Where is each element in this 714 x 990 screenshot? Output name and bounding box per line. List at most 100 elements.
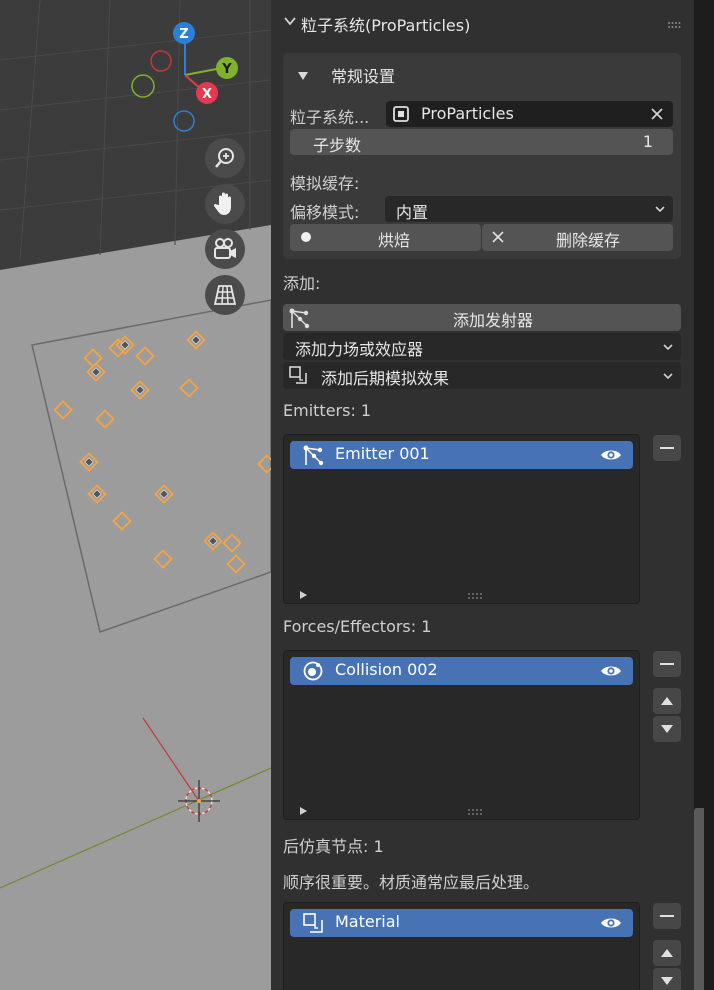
- chevron-down-icon: [663, 372, 673, 379]
- x-icon: [491, 230, 505, 244]
- particle-core: [91, 367, 101, 377]
- bake-button[interactable]: 烘焙: [290, 224, 481, 251]
- gizmo-y-label: Y: [221, 62, 232, 77]
- particle-marker: [222, 533, 242, 553]
- post-effect-icon: [288, 365, 308, 385]
- delete-cache-button[interactable]: 删除缓存: [482, 224, 673, 251]
- substeps-value: 1: [642, 132, 653, 151]
- add-post-effect-dropdown[interactable]: 添加后期模拟效果: [283, 362, 681, 389]
- triangle-down-icon: [661, 725, 673, 733]
- particle-core: [208, 536, 218, 546]
- panel-scrollbar[interactable]: [694, 0, 714, 990]
- remove-post-node-button[interactable]: [653, 903, 681, 929]
- 3d-viewport[interactable]: Z Y X: [0, 0, 271, 990]
- particle-system-field[interactable]: ProParticles: [386, 101, 673, 127]
- panel-title[interactable]: 粒子系统(ProParticles): [301, 12, 470, 36]
- particle-marker: [226, 554, 246, 574]
- forces-list[interactable]: Collision 002: [283, 650, 640, 820]
- list-item-material[interactable]: Material: [290, 909, 633, 937]
- substeps-field[interactable]: 子步数 1: [290, 129, 673, 155]
- particle-system-value: ProParticles: [421, 104, 514, 123]
- force-name[interactable]: Collision 002: [335, 660, 438, 679]
- gizmo-x-label: X: [202, 87, 212, 102]
- expand-triangle-icon[interactable]: [298, 586, 308, 599]
- emitters-header: Emitters: 1: [283, 401, 372, 420]
- eye-icon[interactable]: [600, 664, 622, 678]
- emitter-name[interactable]: Emitter 001: [335, 444, 430, 463]
- zoom-button[interactable]: [205, 138, 245, 178]
- camera-icon: [214, 238, 236, 259]
- particle-core: [159, 489, 169, 499]
- camera-view-button[interactable]: [205, 229, 245, 269]
- record-dot-icon: [301, 232, 311, 242]
- remove-force-button[interactable]: [653, 651, 681, 677]
- add-emitter-label: 添加发射器: [453, 311, 534, 330]
- eye-icon[interactable]: [600, 916, 622, 930]
- add-force-dropdown[interactable]: 添加力场或效应器: [283, 333, 681, 360]
- post-effect-icon: [302, 912, 324, 934]
- triangle-down-icon: [661, 977, 673, 985]
- post-sim-note: 顺序很重要。材质通常应最后处理。: [283, 873, 540, 892]
- particle-marker: [53, 400, 73, 420]
- eye-icon[interactable]: [600, 448, 622, 462]
- minus-icon: [660, 915, 674, 917]
- scrollbar-thumb[interactable]: [694, 808, 704, 990]
- hand-icon: [213, 192, 231, 215]
- properties-panel: 粒子系统(ProParticles) 常规设置 粒子系统... ProParti…: [271, 0, 694, 990]
- general-settings-title[interactable]: 常规设置: [331, 63, 395, 87]
- particle-core: [120, 340, 130, 350]
- particle-system-label: 粒子系统...: [290, 108, 370, 127]
- zoom-icon: [215, 148, 234, 168]
- emitter-icon: [302, 444, 324, 466]
- particle-marker: [179, 378, 199, 398]
- resize-grip-icon[interactable]: [467, 586, 483, 599]
- emitters-list[interactable]: Emitter 001: [283, 434, 640, 604]
- navigation-gizmo[interactable]: Z Y X: [0, 0, 271, 140]
- move-post-node-down-button[interactable]: [653, 968, 681, 990]
- close-icon[interactable]: [650, 107, 664, 121]
- offset-mode-label: 偏移模式:: [290, 203, 360, 222]
- bake-label: 烘焙: [378, 231, 411, 250]
- move-force-down-button[interactable]: [653, 716, 681, 742]
- post-node-name[interactable]: Material: [335, 912, 400, 931]
- general-settings-panel: 常规设置 粒子系统... ProParticles 子步数 1 模拟缓存: 偏移…: [283, 53, 681, 259]
- drag-handle-icon[interactable]: [667, 16, 681, 28]
- offset-mode-value: 内置: [396, 203, 429, 222]
- chevron-down-icon: [655, 206, 665, 213]
- post-sim-header: 后仿真节点: 1: [283, 837, 384, 856]
- add-post-effect-label: 添加后期模拟效果: [321, 369, 450, 388]
- particle-marker: [153, 549, 173, 569]
- particle-marker: [135, 346, 155, 366]
- add-emitter-button[interactable]: 添加发射器: [283, 304, 681, 331]
- remove-emitter-button[interactable]: [653, 435, 681, 461]
- move-force-up-button[interactable]: [653, 688, 681, 714]
- list-item-emitter-001[interactable]: Emitter 001: [290, 441, 633, 469]
- pan-button[interactable]: [205, 184, 245, 224]
- particle-system-icon: [392, 105, 410, 123]
- minus-icon: [660, 663, 674, 665]
- particle-core: [191, 335, 201, 345]
- chevron-down-icon: [663, 343, 673, 350]
- expand-triangle-icon[interactable]: [297, 68, 309, 80]
- particle-marker: [95, 409, 115, 429]
- substeps-label: 子步数: [313, 136, 362, 155]
- particle-marker: [257, 454, 271, 474]
- list-item-collision-002[interactable]: Collision 002: [290, 657, 633, 685]
- perspective-toggle-button[interactable]: [205, 275, 245, 315]
- add-label: 添加:: [283, 274, 321, 293]
- gizmo-z-label: Z: [179, 27, 188, 42]
- delete-cache-label: 删除缓存: [556, 231, 621, 250]
- add-force-label: 添加力场或效应器: [295, 340, 424, 359]
- particle-core: [92, 489, 102, 499]
- force-field-icon: [302, 660, 324, 682]
- offset-mode-dropdown[interactable]: 内置: [385, 196, 673, 222]
- post-sim-list[interactable]: Material: [283, 902, 640, 990]
- grid-icon: [213, 285, 237, 305]
- collapse-chevron-icon[interactable]: [283, 14, 297, 28]
- particle-marker: [112, 511, 132, 531]
- triangle-up-icon: [661, 697, 673, 705]
- expand-triangle-icon[interactable]: [298, 802, 308, 815]
- resize-grip-icon[interactable]: [467, 802, 483, 815]
- move-post-node-up-button[interactable]: [653, 940, 681, 966]
- emitter-icon: [288, 307, 310, 329]
